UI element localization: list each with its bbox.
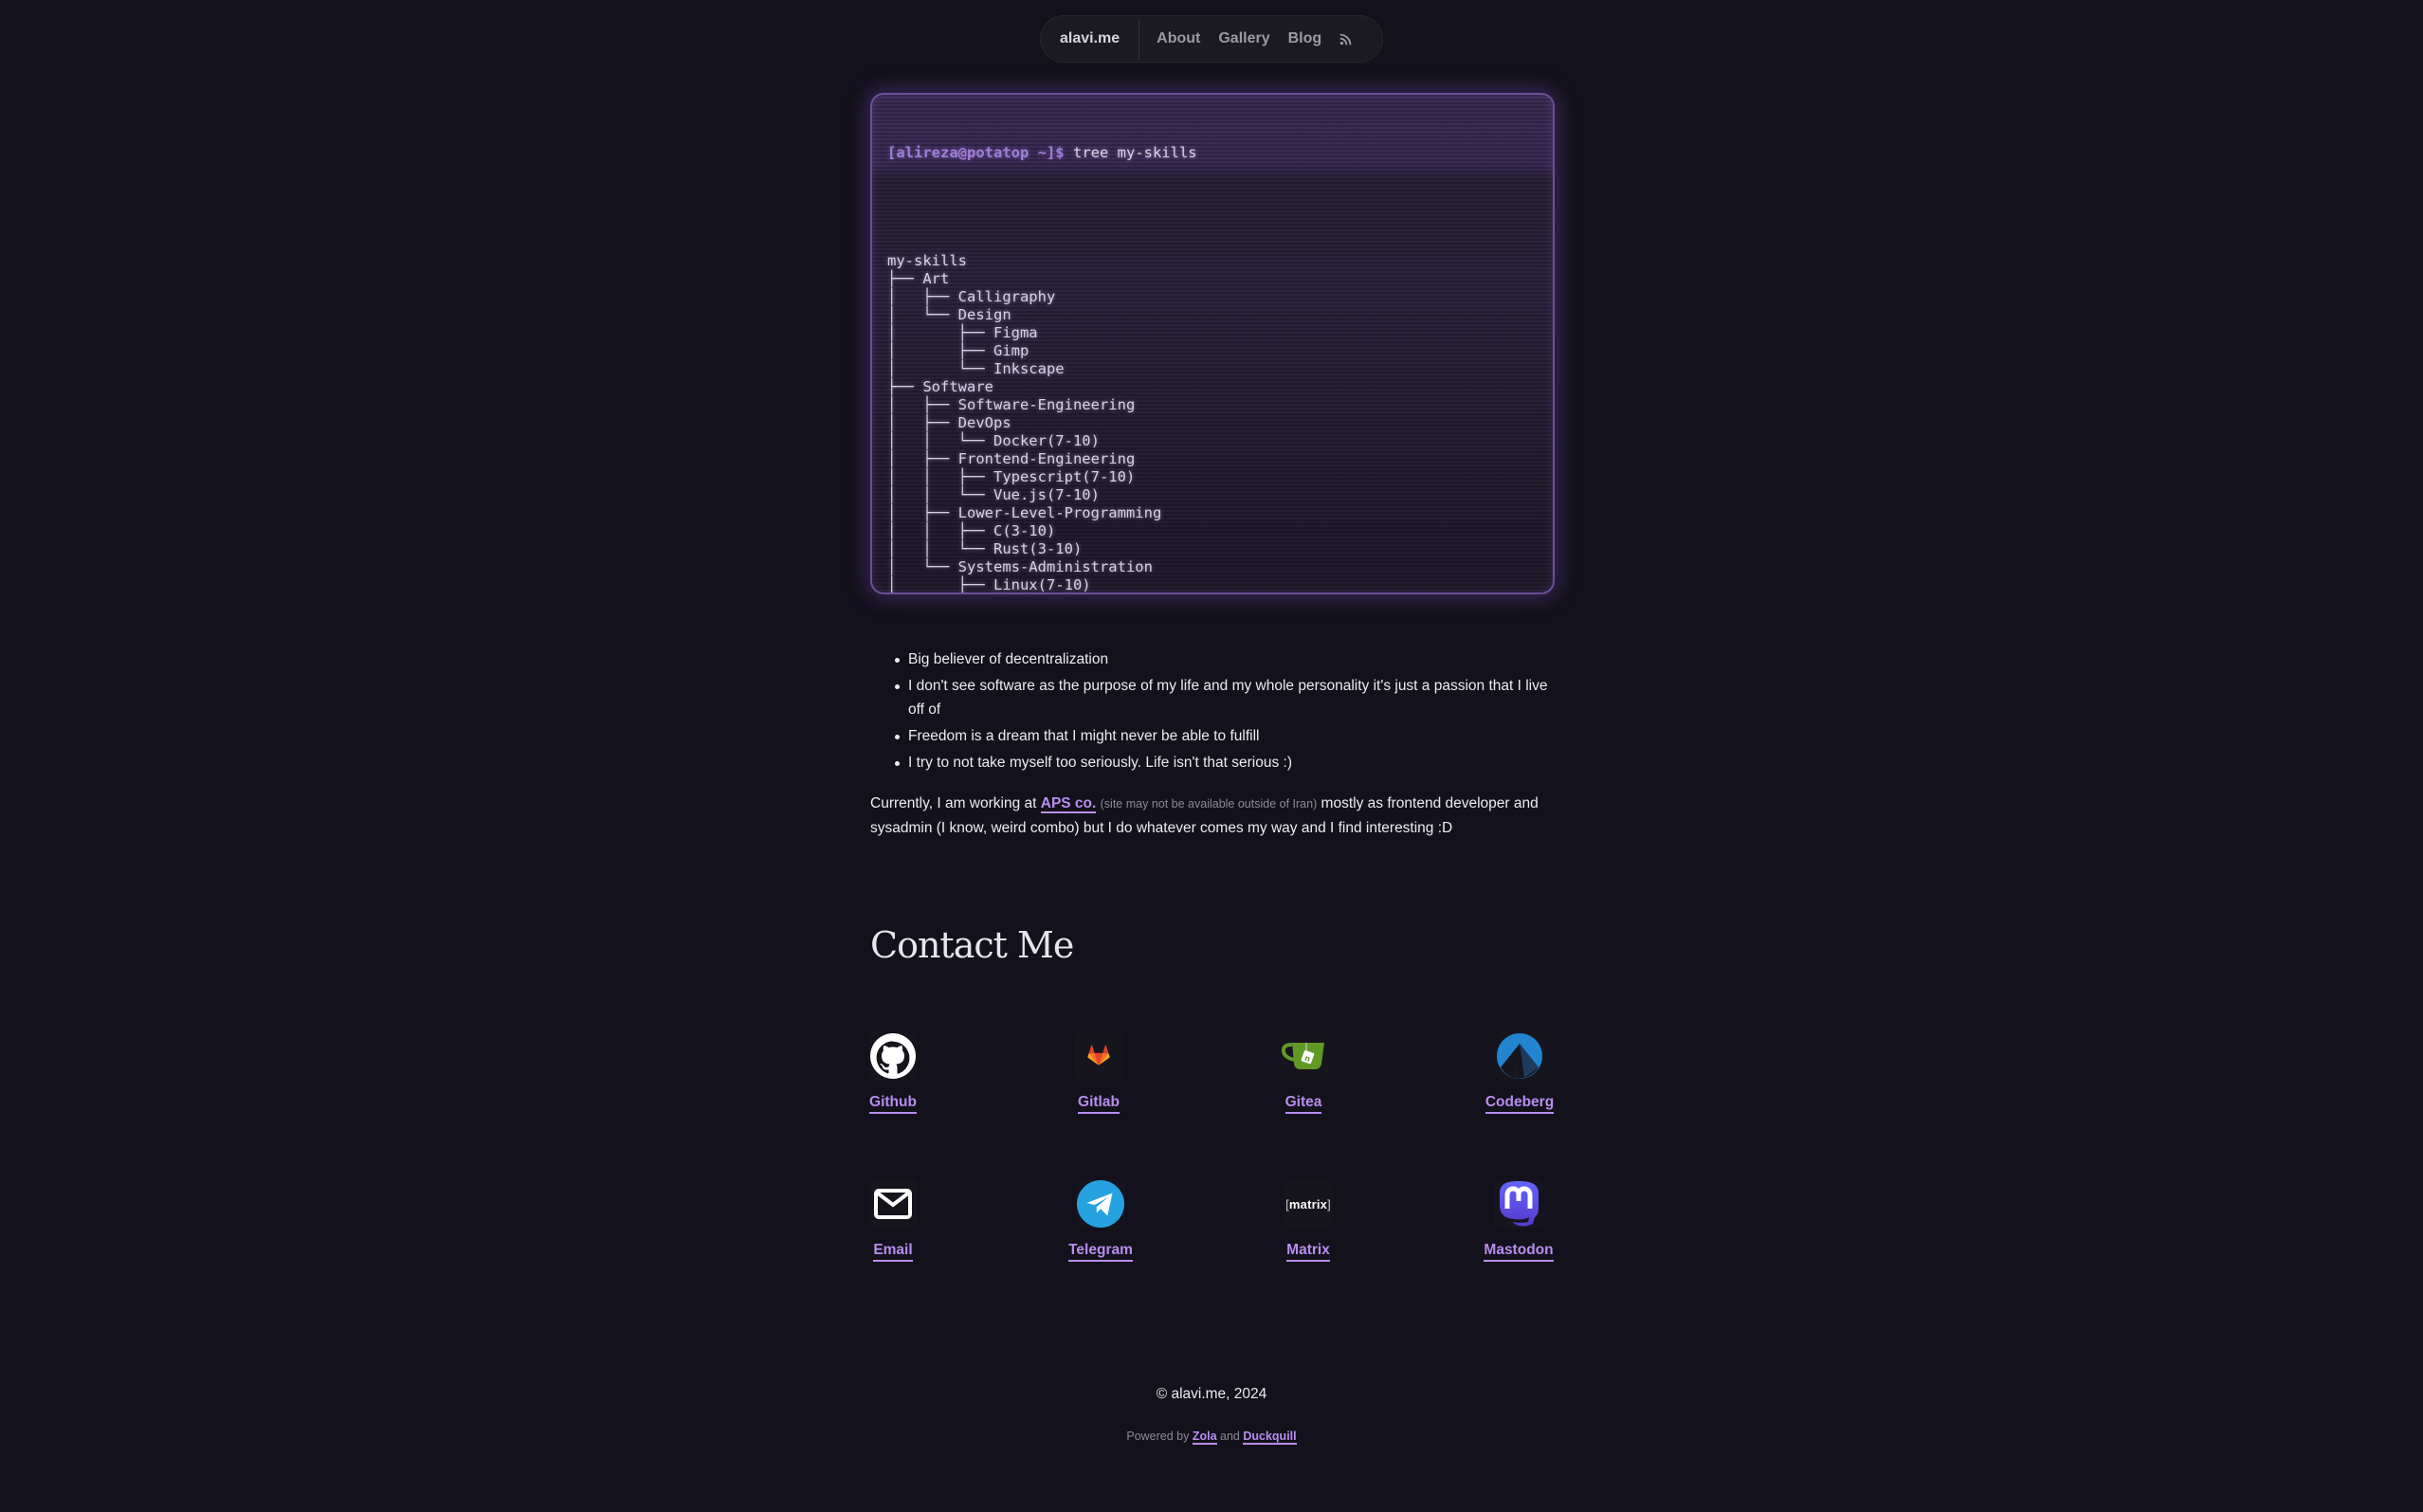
tree-line: │ ├── Lower-Level-Programming bbox=[887, 504, 1162, 521]
tree-line: ├── Software bbox=[887, 378, 993, 395]
codeberg-icon[interactable] bbox=[1495, 1031, 1544, 1081]
contact-email[interactable]: Email bbox=[831, 1179, 955, 1262]
top-nav: alavi.me About Gallery Blog bbox=[1040, 15, 1383, 63]
tree-line: │ └── Systems-Administration bbox=[887, 558, 1153, 575]
company-note: (site may not be available outside of Ir… bbox=[1100, 797, 1318, 811]
email-link[interactable]: Email bbox=[873, 1242, 913, 1262]
tree-line: │ ├── Gimp bbox=[887, 342, 1029, 359]
company-link[interactable]: APS co. bbox=[1040, 795, 1097, 813]
tree-line: │ ├── Frontend-Engineering bbox=[887, 450, 1136, 467]
footer-powered-by: Powered by Zola and Duckquill bbox=[0, 1430, 2423, 1445]
work-prefix: Currently, I am working at bbox=[870, 795, 1041, 811]
contact-gitea[interactable]: n Gitea bbox=[1242, 1031, 1365, 1114]
bullet-item: I don't see software as the purpose of m… bbox=[870, 674, 1555, 721]
contact-matrix[interactable]: [matrix] Matrix bbox=[1247, 1179, 1370, 1262]
tree-line: │ ├── Figma bbox=[887, 324, 1038, 341]
bullet-item: Big believer of decentralization bbox=[870, 647, 1555, 671]
telegram-icon[interactable] bbox=[1076, 1179, 1125, 1229]
terminal-command: tree my-skills bbox=[1072, 144, 1197, 161]
tree-line: │ └── Design bbox=[887, 306, 1011, 323]
bullet-item: I try to not take myself too seriously. … bbox=[870, 751, 1555, 774]
tree-line: │ │ ├── C(3-10) bbox=[887, 522, 1056, 539]
powered-prefix: Powered by bbox=[1126, 1430, 1193, 1443]
rss-icon[interactable] bbox=[1339, 33, 1352, 46]
gitlab-link[interactable]: Gitlab bbox=[1078, 1094, 1120, 1114]
bullet-item: Freedom is a dream that I might never be… bbox=[870, 724, 1555, 748]
nav-link-gallery[interactable]: Gallery bbox=[1218, 30, 1269, 47]
nav-link-blog[interactable]: Blog bbox=[1288, 30, 1322, 47]
nav-link-about[interactable]: About bbox=[1157, 30, 1200, 47]
zola-link[interactable]: Zola bbox=[1192, 1430, 1217, 1445]
contact-telegram[interactable]: Telegram bbox=[1039, 1179, 1162, 1262]
mastodon-icon[interactable] bbox=[1494, 1179, 1543, 1229]
email-icon[interactable] bbox=[868, 1179, 918, 1229]
github-icon[interactable] bbox=[868, 1031, 918, 1081]
powered-and: and bbox=[1216, 1430, 1244, 1443]
contact-github[interactable]: Github bbox=[831, 1031, 955, 1114]
tree-line: │ │ └── Rust(3-10) bbox=[887, 540, 1083, 557]
contact-mastodon[interactable]: Mastodon bbox=[1457, 1179, 1580, 1262]
terminal-output: [alireza@potatop ~]$ tree my-skills my-s… bbox=[887, 108, 1197, 593]
work-paragraph: Currently, I am working at APS co. (site… bbox=[870, 792, 1555, 841]
duckquill-link[interactable]: Duckquill bbox=[1243, 1430, 1297, 1445]
github-link[interactable]: Github bbox=[869, 1094, 917, 1114]
tree-line: │ │ └── Docker(7-10) bbox=[887, 432, 1100, 449]
gitea-link[interactable]: Gitea bbox=[1284, 1094, 1322, 1114]
tree-line: │ │ └── Vue.js(7-10) bbox=[887, 486, 1100, 503]
terminal-command-line: [alireza@potatop ~]$ tree my-skills bbox=[887, 144, 1197, 162]
gitea-icon[interactable]: n bbox=[1279, 1031, 1328, 1081]
codeberg-link[interactable]: Codeberg bbox=[1485, 1094, 1555, 1114]
tree-line: │ ├── Software-Engineering bbox=[887, 396, 1136, 413]
site-brand-link[interactable]: alavi.me bbox=[1041, 18, 1140, 60]
tree-line: ├── Art bbox=[887, 270, 950, 287]
matrix-icon[interactable]: [matrix] bbox=[1284, 1179, 1333, 1229]
contact-codeberg[interactable]: Codeberg bbox=[1458, 1031, 1581, 1114]
telegram-link[interactable]: Telegram bbox=[1068, 1242, 1133, 1262]
tree-line: │ └── Inkscape bbox=[887, 360, 1065, 377]
tree-line: │ ├── Calligraphy bbox=[887, 288, 1056, 305]
terminal-prompt: [alireza@potatop ~]$ bbox=[887, 144, 1065, 161]
tree-line: │ ├── Linux(7-10) bbox=[887, 576, 1091, 593]
mastodon-link[interactable]: Mastodon bbox=[1484, 1242, 1554, 1262]
about-bullet-list: Big believer of decentralization I don't… bbox=[870, 647, 1555, 777]
tree-line: │ │ ├── Typescript(7-10) bbox=[887, 468, 1136, 485]
tree-line: my-skills bbox=[887, 252, 967, 269]
contact-heading: Contact Me bbox=[870, 924, 1074, 966]
terminal-window: [alireza@potatop ~]$ tree my-skills my-s… bbox=[870, 93, 1555, 594]
contact-gitlab[interactable]: Gitlab bbox=[1037, 1031, 1160, 1114]
gitlab-icon[interactable] bbox=[1074, 1031, 1123, 1081]
tree-output: my-skills ├── Art │ ├── Calligraphy │ └── D… bbox=[887, 252, 1197, 593]
footer-copyright: © alavi.me, 2024 bbox=[1156, 1386, 1267, 1402]
matrix-link[interactable]: Matrix bbox=[1286, 1242, 1330, 1262]
tree-line: │ ├── DevOps bbox=[887, 414, 1011, 431]
matrix-logo-text: matrix bbox=[1288, 1196, 1328, 1211]
